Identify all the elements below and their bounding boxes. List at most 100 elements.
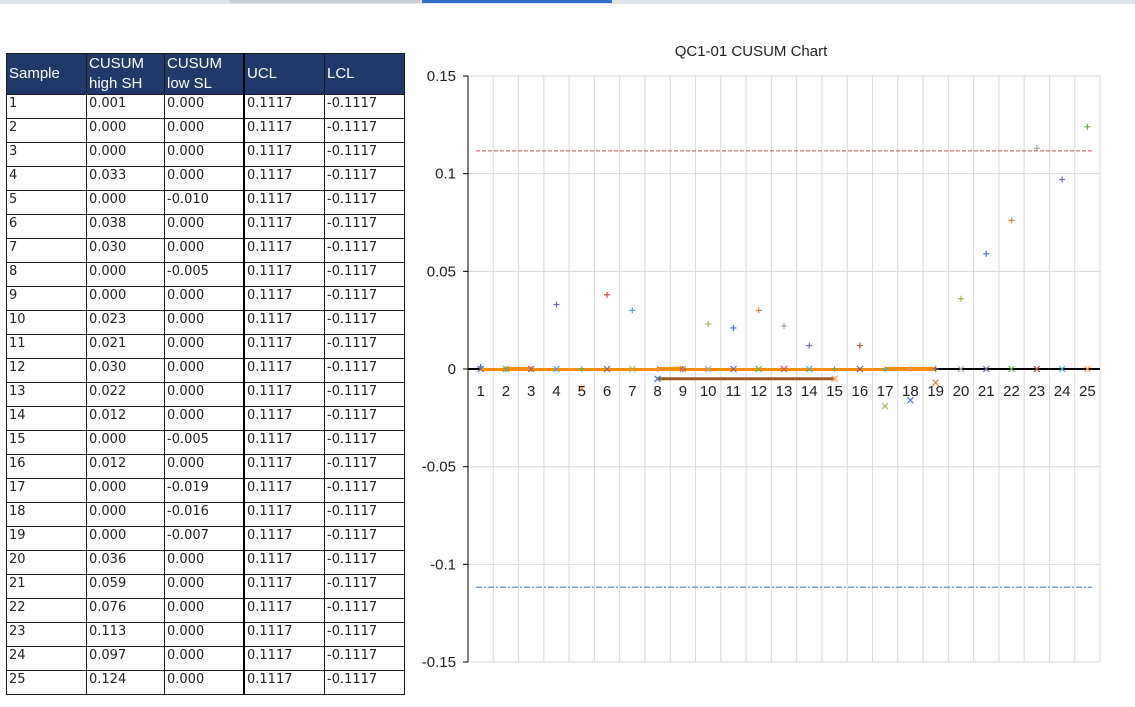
table-row: 24 0.097 0.000 0.1117 -0.1117 — [6, 646, 405, 671]
high-point — [856, 342, 863, 349]
cell-cusum-low: -0.010 — [164, 190, 245, 215]
cell-ucl: 0.1117 — [243, 334, 325, 359]
cell-ucl: 0.1117 — [243, 142, 325, 167]
cell-cusum-low: 0.000 — [164, 646, 245, 671]
cell-cusum-low: 0.000 — [164, 310, 245, 335]
cell-lcl: -0.1117 — [324, 622, 405, 647]
high-point — [781, 323, 787, 330]
table-row: 12 0.030 0.000 0.1117 -0.1117 — [6, 358, 405, 383]
cell-lcl: -0.1117 — [324, 526, 405, 551]
high-point — [1059, 176, 1066, 183]
cell-ucl: 0.1117 — [243, 622, 325, 647]
table-row: 15 0.000 -0.005 0.1117 -0.1117 — [6, 430, 405, 455]
cell-sample: 22 — [6, 598, 87, 623]
cell-sample: 20 — [6, 550, 87, 575]
cell-lcl: -0.1117 — [324, 406, 405, 431]
x-tick-label: 16 — [851, 383, 868, 400]
table-header-row: Sample CUSUM high SH CUSUM low SL UCL LC… — [6, 53, 405, 95]
high-point — [831, 366, 838, 372]
cell-sample: 24 — [6, 646, 87, 671]
cell-cusum-low: -0.005 — [164, 430, 245, 455]
x-tick-label: 18 — [902, 383, 919, 400]
high-point — [932, 366, 939, 372]
cell-ucl: 0.1117 — [243, 310, 325, 335]
cell-sample: 3 — [6, 142, 87, 167]
cell-cusum-high: 0.030 — [86, 358, 165, 383]
table-row: 11 0.021 0.000 0.1117 -0.1117 — [6, 334, 405, 359]
cell-cusum-low: 0.000 — [164, 598, 245, 623]
x-tick-label: 11 — [726, 383, 742, 400]
high-point — [907, 366, 914, 372]
high-point — [553, 301, 560, 308]
cell-ucl: 0.1117 — [243, 262, 325, 287]
table-row: 18 0.000 -0.016 0.1117 -0.1117 — [6, 502, 405, 527]
x-tick-label: 9 — [679, 383, 687, 400]
cell-sample: 8 — [6, 262, 87, 287]
cell-ucl: 0.1117 — [243, 430, 325, 455]
cell-ucl: 0.1117 — [243, 550, 325, 575]
x-tick-label: 19 — [927, 383, 944, 400]
cell-lcl: -0.1117 — [324, 166, 405, 191]
x-tick-label: 15 — [826, 383, 843, 400]
table-row: 5 0.000 -0.010 0.1117 -0.1117 — [6, 190, 405, 215]
cell-sample: 10 — [6, 310, 87, 335]
header-lcl: LCL — [324, 53, 405, 95]
x-tick-label: 5 — [578, 383, 586, 400]
table-row: 4 0.033 0.000 0.1117 -0.1117 — [6, 166, 405, 191]
x-tick-label: 17 — [877, 383, 894, 400]
cell-cusum-low: 0.000 — [164, 406, 245, 431]
table-row: 14 0.012 0.000 0.1117 -0.1117 — [6, 406, 405, 431]
x-tick-label: 4 — [552, 383, 560, 400]
cell-sample: 23 — [6, 622, 87, 647]
cell-ucl: 0.1117 — [243, 286, 325, 311]
table-row: 17 0.000 -0.019 0.1117 -0.1117 — [6, 478, 405, 503]
x-tick-label: 12 — [750, 383, 767, 400]
cell-cusum-low: 0.000 — [164, 550, 245, 575]
cell-cusum-high: 0.000 — [86, 502, 165, 527]
cell-sample: 4 — [6, 166, 87, 191]
x-tick-label: 8 — [653, 383, 661, 400]
high-point — [604, 291, 611, 298]
cell-sample: 12 — [6, 358, 87, 383]
cell-ucl: 0.1117 — [243, 358, 325, 383]
cell-cusum-high: 0.000 — [86, 142, 165, 167]
cell-cusum-high: 0.000 — [86, 286, 165, 311]
cell-sample: 25 — [6, 670, 87, 695]
header-cusum-high: CUSUM high SH — [86, 53, 165, 95]
cell-cusum-low: 0.000 — [164, 118, 245, 143]
table-row: 3 0.000 0.000 0.1117 -0.1117 — [6, 142, 405, 167]
cell-lcl: -0.1117 — [324, 502, 405, 527]
cell-ucl: 0.1117 — [243, 190, 325, 215]
x-tick-label: 13 — [776, 383, 793, 400]
cell-lcl: -0.1117 — [324, 214, 405, 239]
cell-sample: 15 — [6, 430, 87, 455]
cell-lcl: -0.1117 — [324, 430, 405, 455]
x-tick-label: 20 — [953, 383, 970, 400]
cell-cusum-low: 0.000 — [164, 358, 245, 383]
cell-sample: 16 — [6, 454, 87, 479]
table-row: 1 0.001 0.000 0.1117 -0.1117 — [6, 94, 405, 119]
table-row: 2 0.000 0.000 0.1117 -0.1117 — [6, 118, 405, 143]
cell-sample: 17 — [6, 478, 87, 503]
cell-cusum-high: 0.097 — [86, 646, 165, 671]
cell-lcl: -0.1117 — [324, 118, 405, 143]
cell-lcl: -0.1117 — [324, 262, 405, 287]
x-tick-label: 22 — [1003, 383, 1020, 400]
cell-cusum-low: 0.000 — [164, 622, 245, 647]
y-tick-label: 0.15 — [427, 68, 456, 85]
cell-ucl: 0.1117 — [243, 598, 325, 623]
y-tick-label: 0.1 — [435, 166, 456, 183]
cell-sample: 18 — [6, 502, 87, 527]
table-row: 21 0.059 0.000 0.1117 -0.1117 — [6, 574, 405, 599]
cell-cusum-high: 0.012 — [86, 454, 165, 479]
high-point — [755, 307, 762, 314]
cell-sample: 21 — [6, 574, 87, 599]
cell-ucl: 0.1117 — [243, 670, 325, 695]
x-tick-label: 10 — [700, 383, 717, 400]
cell-sample: 7 — [6, 238, 87, 263]
x-tick-label: 2 — [502, 383, 510, 400]
x-tick-label: 24 — [1054, 383, 1071, 400]
cell-cusum-high: 0.000 — [86, 262, 165, 287]
cell-sample: 14 — [6, 406, 87, 431]
cell-sample: 6 — [6, 214, 87, 239]
